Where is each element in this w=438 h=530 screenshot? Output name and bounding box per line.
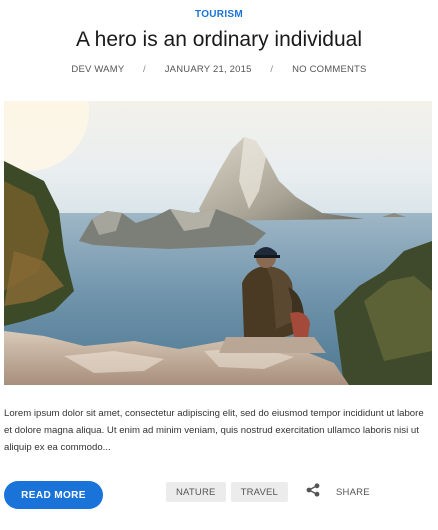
hero-photo-icon: [4, 101, 432, 385]
post-category-link[interactable]: TOURISM: [0, 9, 438, 20]
share-button[interactable]: SHARE: [306, 482, 370, 502]
post-meta: DEV WAMY / JANUARY 21, 2015 / NO COMMENT…: [0, 64, 438, 75]
post-date-link[interactable]: JANUARY 21, 2015: [165, 64, 252, 75]
meta-separator: /: [143, 64, 146, 75]
tag-nature[interactable]: NATURE: [166, 482, 226, 502]
post-excerpt: Lorem ipsum dolor sit amet, consectetur …: [4, 408, 424, 453]
post-featured-image[interactable]: [4, 101, 432, 385]
share-icon: [306, 482, 320, 502]
meta-separator: /: [270, 64, 274, 75]
read-more-button[interactable]: READ MORE: [4, 481, 103, 509]
tag-travel[interactable]: TRAVEL: [230, 482, 289, 502]
post-author-link[interactable]: DEV WAMY: [71, 64, 124, 75]
post-tags: NATURE TRAVEL: [166, 482, 289, 502]
share-label: SHARE: [336, 486, 370, 498]
post-comments-link[interactable]: NO COMMENTS: [292, 64, 367, 75]
post-title: A hero is an ordinary individual: [75, 28, 362, 51]
